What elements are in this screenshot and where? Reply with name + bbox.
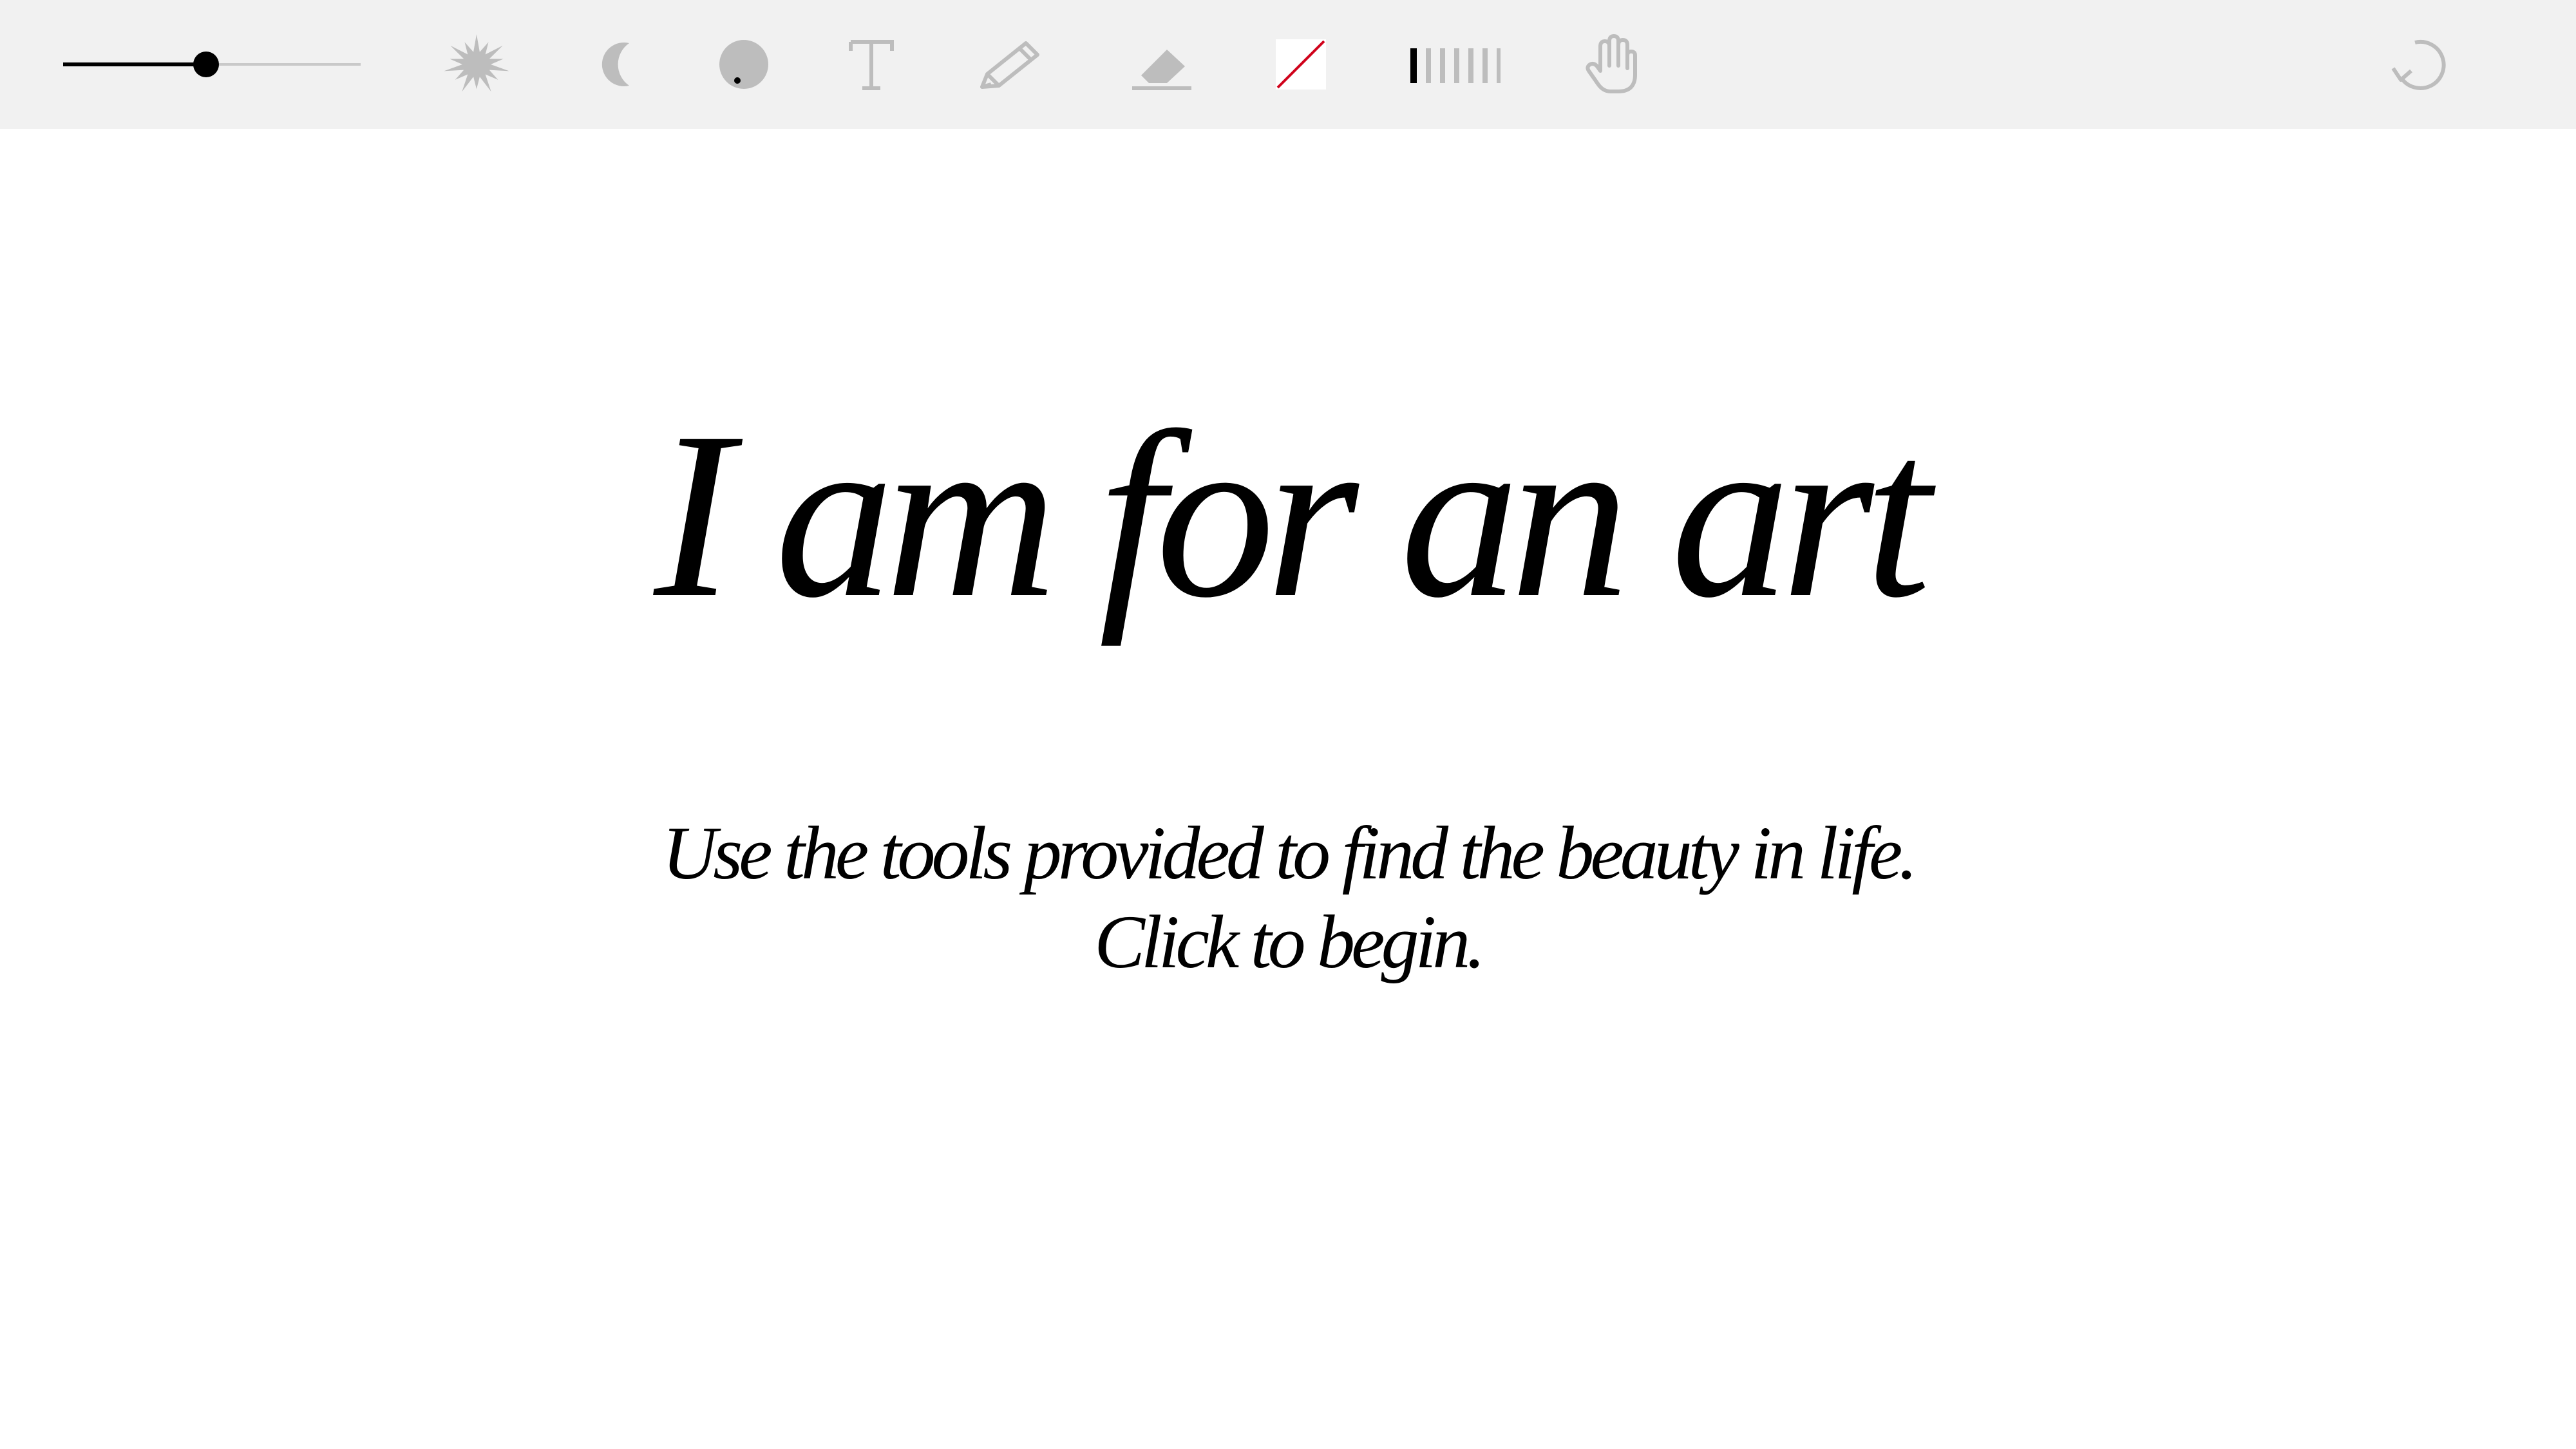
circle-brush-icon [719, 40, 768, 89]
text-tool-button[interactable] [837, 0, 905, 129]
instruction-line-2: Click to begin. [1094, 900, 1485, 984]
undo-icon [2391, 39, 2446, 90]
text-icon [848, 40, 894, 90]
moon-tool-button[interactable] [589, 0, 654, 129]
crescent-moon-icon [601, 43, 629, 86]
eraser-tool-button[interactable] [1124, 0, 1201, 129]
undo-button[interactable] [2386, 0, 2457, 129]
drawing-canvas[interactable] [0, 129, 2576, 1449]
slider-thumb[interactable] [193, 52, 219, 77]
starburst-icon [444, 34, 509, 92]
headline: I am for an art [654, 383, 1931, 647]
line-pattern-icon [1410, 48, 1501, 83]
pencil-icon [980, 41, 1039, 89]
pencil-tool-button[interactable] [969, 0, 1050, 129]
hand-tool-button[interactable] [1575, 0, 1645, 129]
brush-size-slider[interactable] [63, 39, 361, 90]
eraser-icon [1132, 50, 1191, 90]
hand-icon [1586, 34, 1637, 93]
no-color-swatch-icon [1276, 39, 1326, 90]
circle-brush-tool-button[interactable] [712, 0, 776, 129]
instruction-line-1: Use the tools provided to find the beaut… [662, 811, 1918, 895]
slider-fill [63, 62, 206, 66]
toolbar [0, 0, 2576, 129]
line-pattern-tool-button[interactable] [1401, 0, 1504, 129]
color-swatch-button[interactable] [1269, 0, 1333, 129]
starburst-tool-button[interactable] [428, 0, 525, 129]
